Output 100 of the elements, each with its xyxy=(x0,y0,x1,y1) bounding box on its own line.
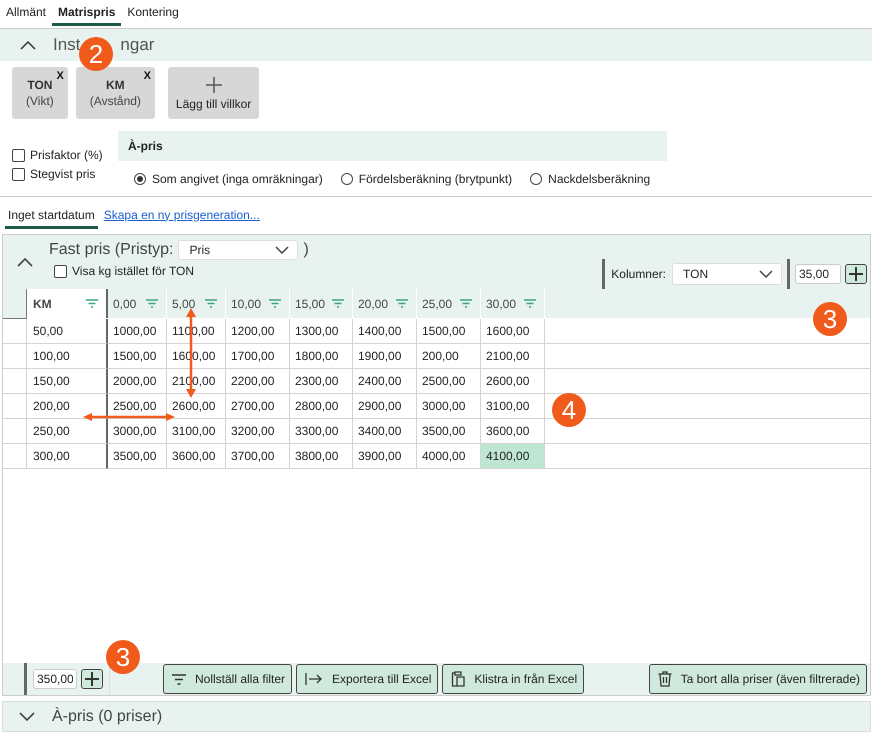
row-header[interactable] xyxy=(3,319,27,344)
chevron-icon[interactable] xyxy=(19,712,35,722)
table-cell[interactable]: 1600,00 xyxy=(481,319,545,344)
row-header[interactable] xyxy=(3,444,27,469)
row-header[interactable] xyxy=(3,419,27,444)
toolbar-button[interactable]: Exportera till Excel xyxy=(296,664,438,694)
filter-icon[interactable] xyxy=(332,299,344,308)
table-cell[interactable]: 1500,00 xyxy=(417,319,481,344)
table-cell[interactable]: 1700,00 xyxy=(226,344,290,369)
table-cell[interactable]: 2000,00 xyxy=(108,369,167,394)
radio-button[interactable] xyxy=(530,173,542,185)
table-cell[interactable]: 3700,00 xyxy=(226,444,290,469)
input-field[interactable]: 350,00 xyxy=(33,669,77,689)
tab[interactable]: Allmänt xyxy=(0,0,52,26)
table-cell[interactable]: 3000,00 xyxy=(417,394,481,419)
table-cell[interactable]: 2600,00 xyxy=(481,369,545,394)
toolbar-button[interactable]: Nollställ alla filter xyxy=(163,664,292,694)
checkbox[interactable] xyxy=(12,168,25,180)
table-cell[interactable]: 2100,00 xyxy=(481,344,545,369)
section-title: Fast pris (Pristyp: xyxy=(49,241,174,259)
column-header[interactable]: 0,00 xyxy=(108,289,167,318)
table-cell[interactable]: 3100,00 xyxy=(481,394,545,419)
toolbar-button[interactable]: Klistra in från Excel xyxy=(442,664,584,694)
dropdown[interactable]: Pris xyxy=(178,240,298,260)
condition-chip[interactable]: KM (Avstånd) X xyxy=(76,67,155,119)
condition-chip[interactable]: TON (Vikt) X xyxy=(12,67,68,119)
table-cell[interactable]: 3600,00 xyxy=(167,444,226,469)
table-cell[interactable]: 1200,00 xyxy=(226,319,290,344)
row-header[interactable] xyxy=(3,394,27,419)
chevron-down-icon xyxy=(759,270,773,278)
dropdown[interactable]: TON xyxy=(672,263,782,285)
column-header[interactable]: 25,00 xyxy=(417,289,481,318)
checkbox[interactable] xyxy=(12,148,25,162)
chevron-icon[interactable] xyxy=(17,257,33,267)
table-cell[interactable]: 1300,00 xyxy=(290,319,353,344)
condition-unit: (Avstånd) xyxy=(90,94,141,108)
filter-icon[interactable] xyxy=(524,299,536,308)
tab[interactable]: Matrispris xyxy=(52,0,122,26)
table-cell[interactable]: 1000,00 xyxy=(108,319,167,344)
toolbar-button[interactable]: Ta bort alla priser (även filtrerade) xyxy=(648,664,867,694)
table-cell[interactable]: 2800,00 xyxy=(290,394,353,419)
table-cell[interactable]: 1500,00 xyxy=(108,344,167,369)
table-cell[interactable]: 3500,00 xyxy=(108,444,167,469)
tab[interactable]: Kontering xyxy=(121,0,185,26)
table-cell[interactable]: 2700,00 xyxy=(226,394,290,419)
row-header[interactable] xyxy=(3,344,27,369)
checkbox[interactable] xyxy=(54,264,67,278)
add-column-button[interactable] xyxy=(845,264,867,284)
column-header[interactable]: 10,00 xyxy=(226,289,290,318)
table-cell: 150,00 xyxy=(27,369,108,394)
checkbox-label: Stegvist pris xyxy=(30,167,96,181)
table-cell[interactable]: 3000,00 xyxy=(108,419,167,444)
table-cell[interactable]: 200,00 xyxy=(417,344,481,369)
radio-button[interactable] xyxy=(134,173,146,185)
table-cell[interactable]: 4100,00 xyxy=(481,444,545,469)
condition-name: TON xyxy=(27,78,52,92)
filter-icon[interactable] xyxy=(269,299,281,308)
table-cell[interactable]: 3300,00 xyxy=(290,419,353,444)
link[interactable]: Skapa en ny prisgeneration... xyxy=(104,208,260,222)
chevron-down-icon xyxy=(275,246,290,254)
table-cell[interactable]: 3900,00 xyxy=(353,444,417,469)
filter-icon[interactable] xyxy=(460,299,472,308)
row-header[interactable] xyxy=(3,369,27,394)
table-cell[interactable]: 2900,00 xyxy=(353,394,417,419)
table-cell[interactable]: 2400,00 xyxy=(353,369,417,394)
add-row-button[interactable] xyxy=(81,669,103,689)
remove-button[interactable]: X xyxy=(56,70,64,82)
filter-icon[interactable] xyxy=(86,299,98,308)
plus-icon xyxy=(204,76,223,94)
section-title: Inst xyxy=(53,35,80,55)
tab[interactable]: Inget startdatum xyxy=(5,204,98,229)
filter-icon[interactable] xyxy=(396,299,408,308)
checkbox-label: Visa kg istället för TON xyxy=(72,264,194,278)
chevron-icon[interactable] xyxy=(20,40,36,50)
condition-name: KM xyxy=(106,78,125,92)
table-cell[interactable]: 2200,00 xyxy=(226,369,290,394)
filter-icon[interactable] xyxy=(146,299,158,308)
checkbox-label: Prisfaktor (%) xyxy=(30,148,103,162)
arrow-right-icon xyxy=(305,673,324,685)
table-cell[interactable]: 3200,00 xyxy=(226,419,290,444)
field-label: Kolumner: xyxy=(611,267,666,281)
column-header[interactable]: 30,00 xyxy=(481,289,545,318)
table-cell[interactable]: 3400,00 xyxy=(353,419,417,444)
table-cell[interactable]: 2300,00 xyxy=(290,369,353,394)
add-condition-button[interactable]: Lägg till villkor xyxy=(168,67,260,119)
section-header[interactable]: À-pris (0 priser) xyxy=(2,701,871,732)
input-field[interactable]: 35,00 xyxy=(795,264,841,284)
remove-button[interactable]: X xyxy=(144,70,151,82)
table-cell[interactable]: 1800,00 xyxy=(290,344,353,369)
table-cell[interactable]: 2500,00 xyxy=(417,369,481,394)
plus-icon xyxy=(84,671,100,687)
radio-button[interactable] xyxy=(340,173,353,185)
column-header[interactable]: 15,00 xyxy=(290,289,353,318)
table-cell[interactable]: 1900,00 xyxy=(353,344,417,369)
table-cell[interactable]: 1400,00 xyxy=(353,319,417,344)
column-header[interactable]: 20,00 xyxy=(353,289,417,318)
filter-icon[interactable] xyxy=(205,299,217,308)
column-header[interactable]: 5,00 xyxy=(167,289,226,318)
table-cell[interactable]: 3500,00 xyxy=(417,419,481,444)
table-cell[interactable]: 3800,00 xyxy=(290,444,353,469)
